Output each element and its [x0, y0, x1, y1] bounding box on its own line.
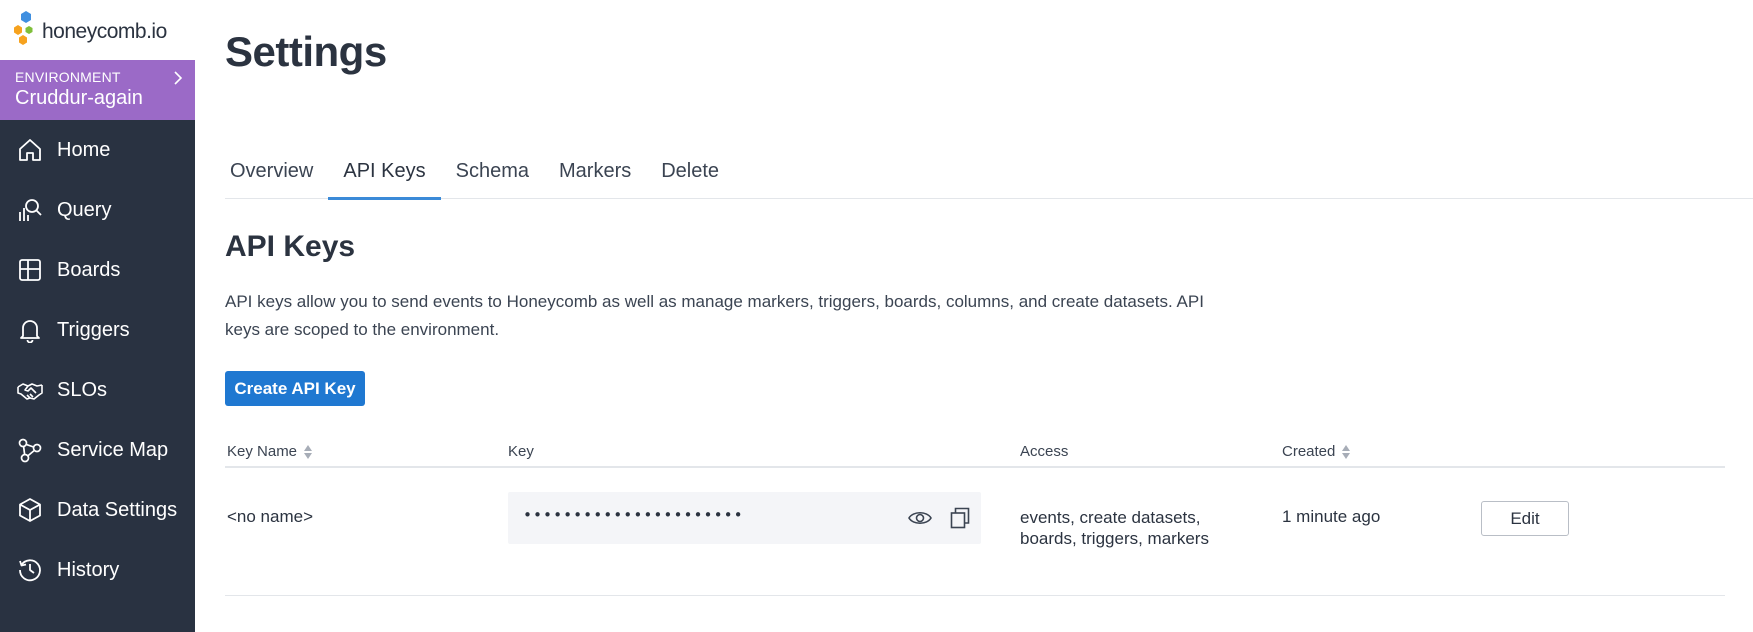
create-api-key-button[interactable]: Create API Key — [225, 371, 365, 406]
tab-api-keys[interactable]: API Keys — [328, 152, 441, 200]
sidebar-item-label: SLOs — [57, 378, 108, 401]
service-map-icon — [18, 438, 42, 463]
sidebar-item-label: Home — [57, 138, 111, 161]
column-header-label: Key — [508, 443, 534, 460]
copy-icon[interactable] — [950, 507, 970, 529]
sidebar-item-label: History — [57, 558, 120, 581]
sidebar-item-label: Data Settings — [57, 498, 178, 521]
sidebar-item-label: Triggers — [57, 318, 130, 341]
handshake-icon — [17, 383, 43, 400]
sidebar-item-label: Service Map — [57, 438, 169, 461]
sort-icon[interactable] — [303, 444, 313, 460]
column-header-key: Key — [508, 443, 534, 460]
column-header-label: Created — [1282, 443, 1336, 460]
honeycomb-logo[interactable]: honeycomb.io — [0, 0, 195, 60]
table-row: <no name> •••••••••••••••••••••• events,… — [225, 468, 1725, 596]
logo-text: honeycomb.io — [42, 20, 167, 43]
column-header-label: Key Name — [227, 443, 298, 460]
sidebar-item-triggers[interactable]: Triggers — [0, 300, 195, 360]
environment-label: ENVIRONMENT — [15, 69, 121, 85]
column-header-access: Access — [1020, 443, 1068, 460]
environment-name: Cruddur-again — [15, 87, 143, 109]
sidebar-item-service-map[interactable]: Service Map — [0, 420, 195, 480]
section-description: API keys allow you to send events to Hon… — [225, 292, 1204, 339]
section-title: API Keys — [225, 230, 356, 263]
column-header-created[interactable]: Created — [1282, 443, 1351, 460]
history-icon — [19, 559, 41, 582]
sidebar-item-boards[interactable]: Boards — [0, 240, 195, 300]
table-header: Key Name Key Access Created — [225, 440, 1725, 468]
boards-icon — [19, 259, 41, 281]
api-key-masked[interactable]: •••••••••••••••••••••• — [523, 506, 744, 524]
sidebar-item-data-settings[interactable]: Data Settings — [0, 480, 195, 540]
bell-icon — [20, 320, 40, 343]
sort-icon[interactable] — [1341, 444, 1351, 460]
page-title: Settings — [225, 28, 387, 75]
api-key-field: •••••••••••••••••••••• — [508, 492, 981, 544]
tab-overview[interactable]: Overview — [225, 152, 328, 199]
tab-markers[interactable]: Markers — [544, 152, 646, 199]
sidebar: honeycomb.io ENVIRONMENT Cruddur-again H… — [0, 0, 195, 632]
sidebar-item-history[interactable]: History — [0, 540, 195, 600]
query-icon — [19, 199, 42, 221]
column-header-label: Access — [1020, 443, 1069, 460]
sidebar-item-home[interactable]: Home — [0, 120, 195, 180]
edit-button[interactable]: Edit — [1481, 501, 1569, 536]
chevron-right-icon — [174, 71, 183, 85]
column-header-key-name[interactable]: Key Name — [227, 443, 313, 460]
sidebar-nav: Home Query Boards Triggers SLOs Service … — [0, 120, 195, 600]
main-content: Settings Overview API Keys Schema Marker… — [195, 0, 1753, 632]
tab-schema[interactable]: Schema — [441, 152, 544, 199]
cube-icon — [19, 498, 41, 522]
honeycomb-logo-icon — [14, 11, 33, 45]
tab-delete[interactable]: Delete — [646, 152, 734, 199]
api-keys-table: Key Name Key Access Created <no name> ••… — [225, 440, 1725, 596]
access-cell: events, create datasets, boards, trigger… — [1020, 508, 1209, 548]
settings-tabs: Overview API Keys Schema Markers Delete — [225, 152, 1753, 200]
created-cell: 1 minute ago — [1282, 507, 1381, 526]
eye-icon[interactable] — [908, 508, 932, 528]
sidebar-item-slos[interactable]: SLOs — [0, 360, 195, 420]
home-icon — [19, 139, 41, 161]
key-name-cell: <no name> — [227, 507, 314, 526]
sidebar-item-label: Query — [57, 198, 112, 221]
environment-selector[interactable]: ENVIRONMENT Cruddur-again — [0, 60, 195, 120]
sidebar-item-label: Boards — [57, 258, 121, 281]
sidebar-item-query[interactable]: Query — [0, 180, 195, 240]
